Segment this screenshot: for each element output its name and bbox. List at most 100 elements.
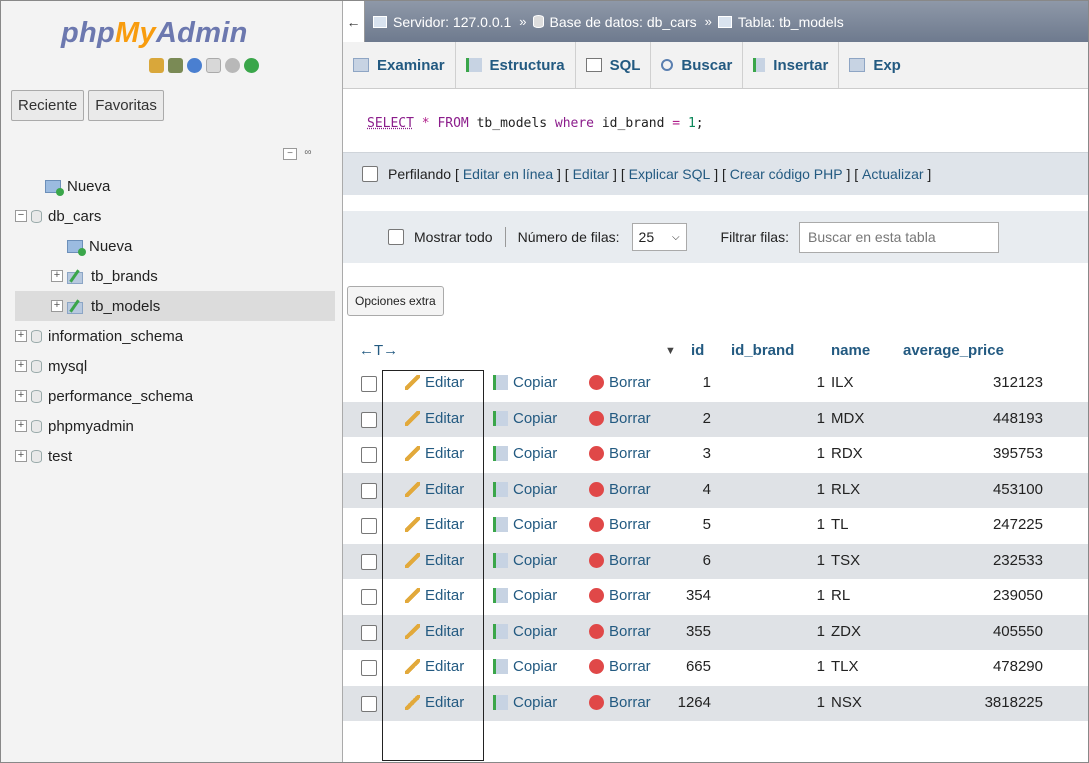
- copy-row-button[interactable]: Copiar: [493, 410, 557, 427]
- column-header-id-brand[interactable]: id_brand: [731, 342, 794, 359]
- row-checkbox[interactable]: [361, 695, 377, 712]
- tab-recent[interactable]: Reciente: [11, 90, 85, 121]
- delete-row-button[interactable]: Borrar: [589, 587, 651, 604]
- expand-icon[interactable]: +: [15, 420, 27, 432]
- profiling-checkbox[interactable]: [362, 166, 378, 182]
- collapse-all-icon[interactable]: −: [283, 148, 297, 160]
- delete-row-button[interactable]: Borrar: [589, 410, 651, 427]
- reload-icon[interactable]: [244, 58, 259, 73]
- link-inline-edit[interactable]: Editar en línea: [463, 166, 553, 182]
- row-checkbox[interactable]: [361, 589, 377, 605]
- tree-item-mysql[interactable]: + mysql: [15, 351, 335, 381]
- column-header-average-price[interactable]: average_price: [903, 342, 1004, 359]
- tab-insert[interactable]: Insertar: [743, 42, 840, 88]
- breadcrumb-server-label: Servidor: 127.0.0.1: [393, 13, 512, 30]
- edit-row-button[interactable]: Editar: [405, 516, 464, 533]
- tab-export[interactable]: Exp: [839, 42, 911, 88]
- sql-icon[interactable]: [168, 58, 183, 73]
- link-edit[interactable]: Editar: [573, 166, 610, 182]
- expand-icon[interactable]: +: [15, 360, 27, 372]
- help-icon[interactable]: [187, 58, 202, 73]
- copy-row-button[interactable]: Copiar: [493, 623, 557, 640]
- copy-icon: [493, 517, 508, 532]
- home-icon[interactable]: [149, 58, 164, 73]
- collapse-nav-arrow-icon[interactable]: ←: [343, 1, 365, 42]
- tree-item-tb-brands[interactable]: + tb_brands: [15, 261, 335, 291]
- expand-icon[interactable]: +: [15, 390, 27, 402]
- edit-row-button[interactable]: Editar: [405, 552, 464, 569]
- collapse-icon[interactable]: −: [15, 210, 27, 222]
- row-checkbox[interactable]: [361, 624, 377, 641]
- tree-item-tb-models[interactable]: + tb_models: [15, 291, 335, 321]
- edit-row-button[interactable]: Editar: [405, 410, 464, 427]
- docs-icon[interactable]: [206, 58, 221, 73]
- edit-row-button[interactable]: Editar: [405, 374, 464, 391]
- row-checkbox[interactable]: [361, 447, 377, 463]
- link-explain-sql[interactable]: Explicar SQL: [629, 166, 711, 182]
- rows-select[interactable]: 25 ⌵: [631, 223, 687, 251]
- expand-icon[interactable]: +: [15, 330, 27, 342]
- tab-structure[interactable]: Estructura: [456, 42, 576, 88]
- edit-row-button[interactable]: Editar: [405, 694, 464, 711]
- tree-item-performance-schema[interactable]: + performance_schema: [15, 381, 335, 411]
- tab-sql[interactable]: SQL: [576, 42, 652, 88]
- copy-row-button[interactable]: Copiar: [493, 587, 557, 604]
- sql-query-text[interactable]: SELECT * FROM tb_models where id_brand =…: [367, 116, 704, 131]
- edit-row-button[interactable]: Editar: [405, 658, 464, 675]
- delete-row-button[interactable]: Borrar: [589, 481, 651, 498]
- tab-browse[interactable]: Examinar: [343, 42, 456, 88]
- row-checkbox[interactable]: [361, 482, 377, 499]
- delete-row-button[interactable]: Borrar: [589, 445, 651, 462]
- column-header-name[interactable]: name: [831, 342, 870, 359]
- tree-item-phpmyadmin[interactable]: + phpmyadmin: [15, 411, 335, 441]
- tree-item-db-cars-new[interactable]: Nueva: [15, 231, 335, 261]
- edit-row-button[interactable]: Editar: [405, 623, 464, 640]
- copy-row-button[interactable]: Copiar: [493, 481, 557, 498]
- cell-id-brand: 1: [816, 374, 825, 391]
- copy-label: Copiar: [513, 445, 558, 462]
- tab-favorites[interactable]: Favoritas: [88, 90, 164, 121]
- show-all-checkbox[interactable]: [388, 229, 404, 245]
- link-create-php[interactable]: Crear código PHP: [730, 166, 843, 182]
- link-icon[interactable]: ∞: [301, 148, 315, 160]
- copy-row-button[interactable]: Copiar: [493, 694, 557, 711]
- expand-icon[interactable]: +: [51, 270, 63, 282]
- copy-row-button[interactable]: Copiar: [493, 552, 557, 569]
- copy-row-button[interactable]: Copiar: [493, 516, 557, 533]
- row-checkbox[interactable]: [361, 411, 377, 428]
- copy-row-button[interactable]: Copiar: [493, 445, 557, 462]
- copy-row-button[interactable]: Copiar: [493, 658, 557, 675]
- tree-item-db-cars[interactable]: − db_cars: [15, 201, 335, 231]
- tree-item-information-schema[interactable]: + information_schema: [15, 321, 335, 351]
- row-checkbox[interactable]: [361, 376, 377, 392]
- delete-row-button[interactable]: Borrar: [589, 623, 651, 640]
- column-resize-arrows-icon[interactable]: ←T→: [359, 342, 398, 359]
- edit-row-button[interactable]: Editar: [405, 481, 464, 498]
- tree-item-new[interactable]: Nueva: [15, 171, 335, 201]
- column-header-id[interactable]: id: [691, 342, 704, 359]
- delete-row-button[interactable]: Borrar: [589, 694, 651, 711]
- expand-icon[interactable]: +: [51, 300, 63, 312]
- expand-icon[interactable]: +: [15, 450, 27, 462]
- row-checkbox[interactable]: [361, 660, 377, 676]
- link-refresh[interactable]: Actualizar: [862, 166, 923, 182]
- breadcrumb-database[interactable]: Base de datos: db_cars: [532, 14, 697, 30]
- sort-dropdown-icon[interactable]: ▼: [665, 345, 676, 357]
- delete-row-button[interactable]: Borrar: [589, 658, 651, 675]
- breadcrumb-server[interactable]: Servidor: 127.0.0.1: [373, 14, 511, 30]
- copy-row-button[interactable]: Copiar: [493, 374, 557, 391]
- filter-search-input[interactable]: Buscar en esta tabla: [798, 221, 999, 253]
- delete-row-button[interactable]: Borrar: [589, 516, 651, 533]
- breadcrumb-table[interactable]: Tabla: tb_models: [717, 14, 844, 30]
- tab-search[interactable]: Buscar: [651, 42, 744, 88]
- extra-options-button[interactable]: Opciones extra: [347, 286, 444, 316]
- edit-row-button[interactable]: Editar: [405, 445, 464, 462]
- settings-icon[interactable]: [225, 58, 240, 73]
- phpmyadmin-logo[interactable]: phpMyAdmin: [61, 17, 248, 50]
- row-checkbox[interactable]: [361, 518, 377, 534]
- delete-row-button[interactable]: Borrar: [589, 374, 651, 391]
- tree-item-test[interactable]: + test: [15, 441, 335, 471]
- edit-row-button[interactable]: Editar: [405, 587, 464, 604]
- delete-row-button[interactable]: Borrar: [589, 552, 651, 569]
- row-checkbox[interactable]: [361, 553, 377, 570]
